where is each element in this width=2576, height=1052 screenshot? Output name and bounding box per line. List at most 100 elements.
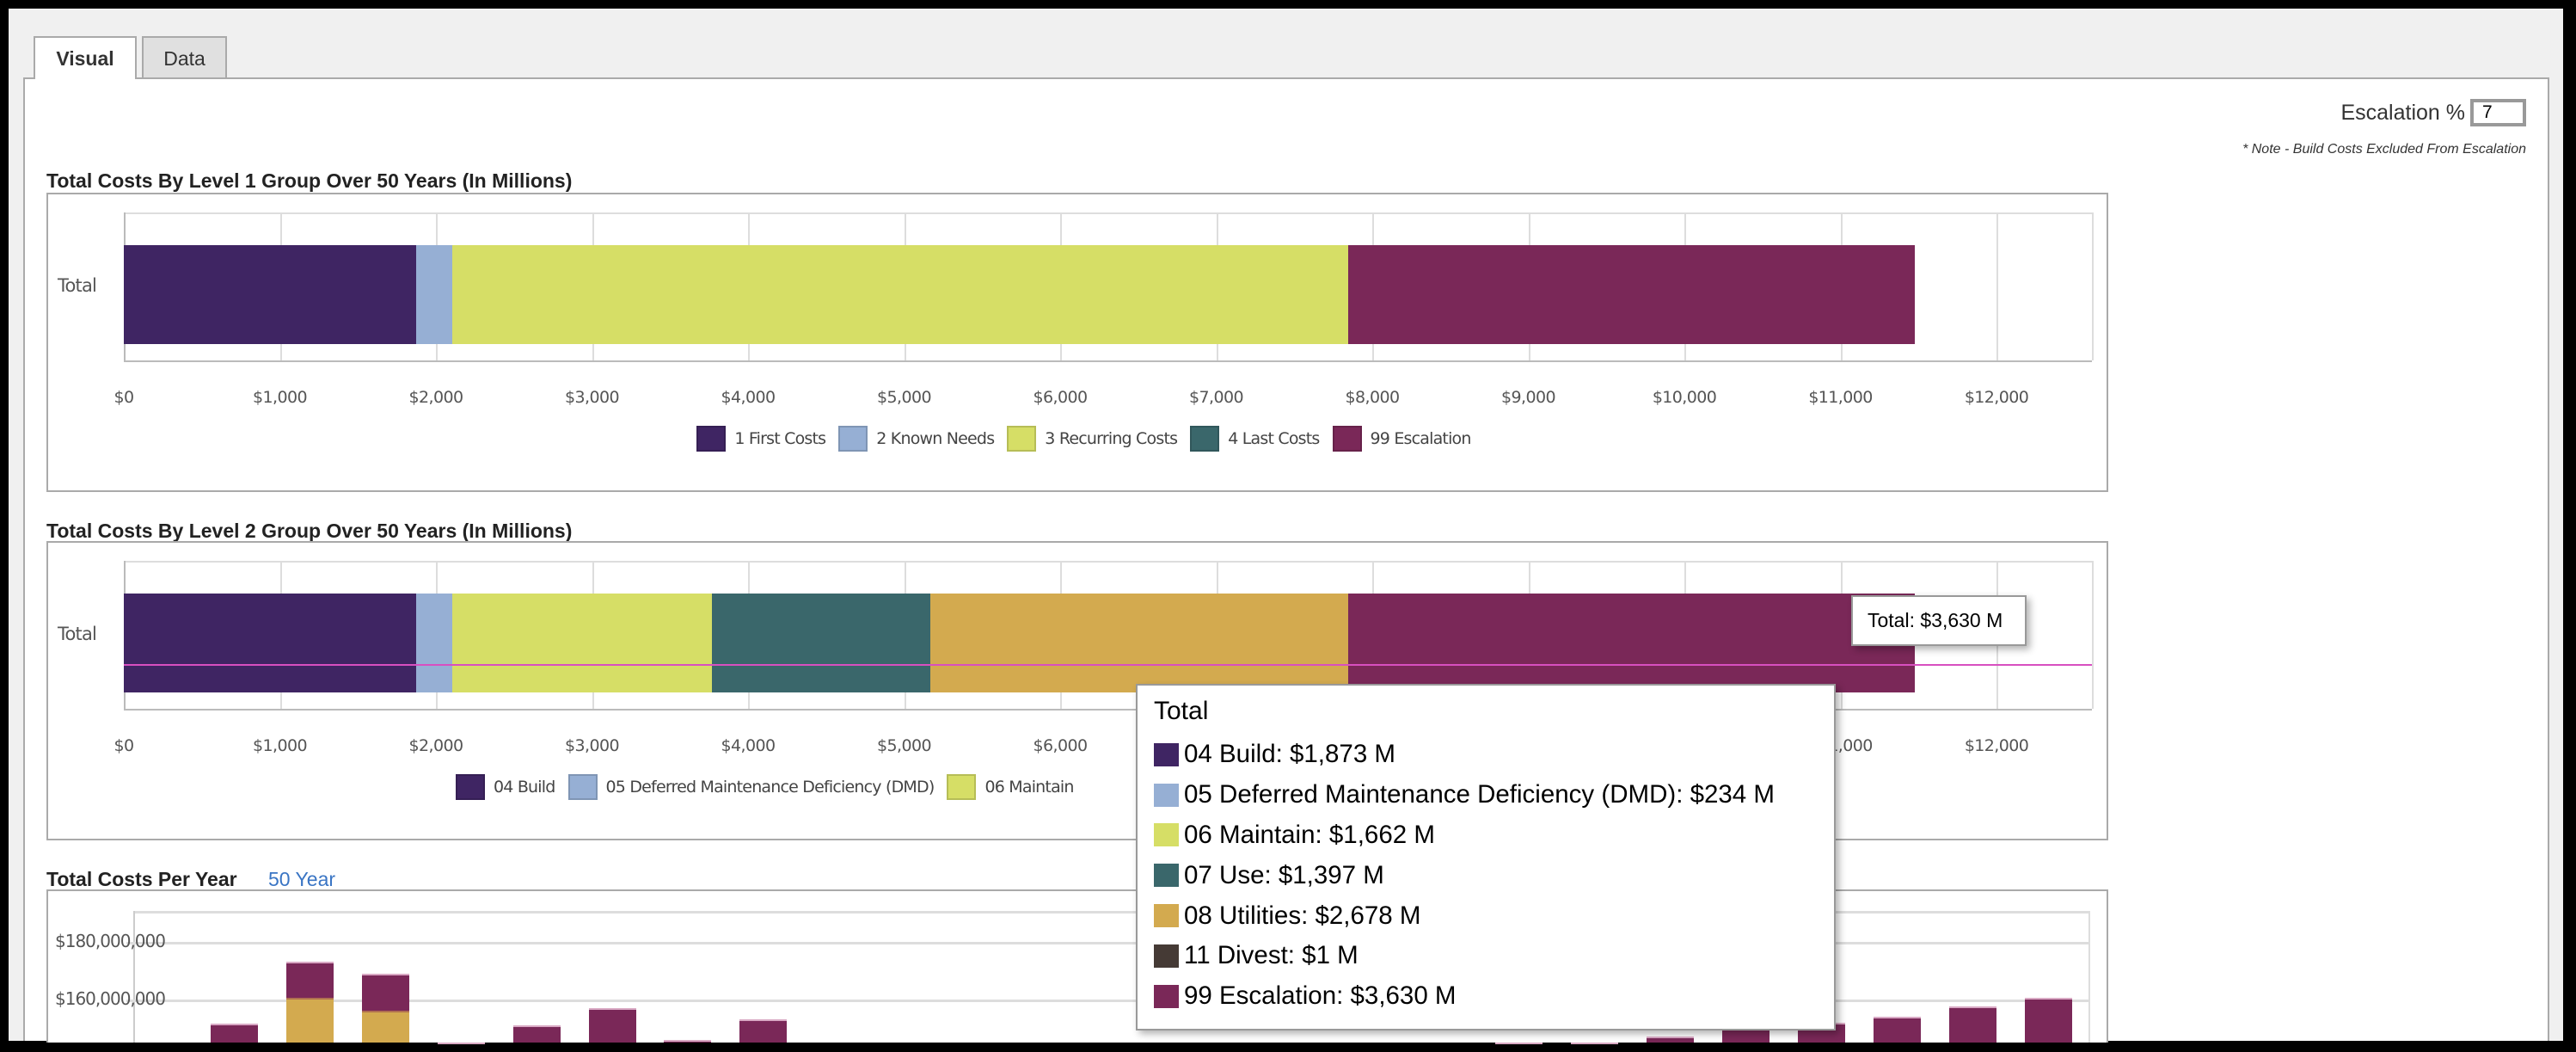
escalation-label: Escalation % (2340, 101, 2465, 125)
x-tick-label: $2,000 (408, 388, 463, 407)
tooltip-row: 08 Utilities: $2,678 M (1154, 895, 1818, 936)
bar-segment-2-known-needs (415, 245, 453, 344)
bar-segment-05-deferred-maintenance-deficiency-dmd- (415, 594, 453, 692)
legend-swatch (1007, 426, 1037, 452)
plot-right (2092, 561, 2094, 709)
x-tick-label: $1,000 (253, 388, 307, 407)
chart2-title: Total Costs By Level 2 Group Over 50 Yea… (46, 520, 573, 542)
tooltip-swatch (1154, 984, 1179, 1008)
bar-segment-07-use (712, 594, 930, 692)
bar-segment-99-escalation (1347, 245, 1915, 344)
chart1-title: Total Costs By Level 1 Group Over 50 Yea… (46, 169, 573, 192)
bar-escalation (1948, 1006, 1996, 1043)
legend-item: 4 Last Costs (1177, 426, 1320, 452)
bar-escalation (739, 1019, 788, 1043)
legend-swatch (567, 774, 598, 800)
tooltip-swatch (1154, 944, 1179, 968)
plot-top (124, 212, 2092, 214)
legend-label: 05 Deferred Maintenance Deficiency (DMD) (605, 778, 935, 797)
plot-right (2088, 911, 2090, 1043)
tooltip-row-label: 04 Build: $1,873 M (1184, 740, 1395, 769)
bar-escalation (2024, 997, 2072, 1043)
tooltip-title: Total (1154, 697, 1209, 725)
tooltip-swatch (1154, 823, 1179, 847)
bar-escalation (588, 1007, 636, 1043)
crosshair-line (124, 664, 2092, 666)
x-tick-label: $3,000 (565, 736, 619, 755)
bar-escalation (437, 1043, 485, 1045)
legend-label: 06 Maintain (984, 778, 1074, 797)
x-tick-label: $0 (113, 388, 135, 407)
legend-item: 06 Maintain (934, 774, 1074, 800)
legend-item: 1 First Costs (684, 426, 826, 452)
legend-swatch (947, 774, 977, 800)
bar-segment-04-build (124, 594, 416, 692)
legend-swatch (456, 774, 485, 800)
y-category-label: Total (58, 275, 97, 296)
x-axis (124, 360, 2092, 362)
legend-swatch (1332, 426, 1362, 452)
y-tick-label: $160,000,000 (55, 987, 166, 1009)
escalation-note: * Note - Build Costs Excluded From Escal… (2242, 142, 2526, 157)
tooltip-swatch (1154, 783, 1179, 807)
legend-item: 04 Build (443, 774, 555, 800)
tooltip-row: 04 Build: $1,873 M (1154, 735, 1818, 775)
level1-chart: $0 $1,000 $2,000 $3,000 $4,000 $5,000 $6,000 $7… (46, 193, 2108, 492)
x-tick-label: $9,000 (1501, 388, 1555, 407)
legend: 1 First Costs 2 Known Needs 3 Recurring Co… (48, 426, 2107, 452)
x-tick-label: $0 (113, 736, 135, 755)
x-tick-label: $3,000 (565, 388, 619, 407)
bar-segment-99-escalation (1347, 594, 1915, 692)
window: Visual Data Escalation % * Note - Build … (9, 9, 2563, 1045)
plot-right (2092, 212, 2094, 360)
tooltip: Total 04 Build: $1,873 M 05 Deferred Main… (1136, 684, 1836, 1030)
x-tick-label: $2,000 (408, 736, 463, 755)
tooltip-row: 07 Use: $1,397 M (1154, 855, 1818, 895)
x-tick-label: $5,000 (877, 736, 931, 755)
tooltip-row: 05 Deferred Maintenance Deficiency (DMD)… (1154, 775, 1818, 815)
tab-data[interactable]: Data (142, 36, 227, 77)
legend-label: 99 Escalation (1370, 429, 1472, 448)
legend-label: 2 Known Needs (876, 429, 995, 448)
tooltip-swatch (1154, 742, 1179, 766)
tooltip-row: 06 Maintain: $1,662 M (1154, 815, 1818, 856)
bar-escalation (211, 1024, 258, 1043)
tooltip-row-label: 05 Deferred Maintenance Deficiency (DMD)… (1184, 780, 1775, 809)
y-tick-label: $180,000,000 (55, 931, 166, 951)
hover-label: Total: $3,630 M (1851, 595, 2027, 646)
x-tick-label: $12,000 (1964, 736, 2029, 755)
x-tick-label: $4,000 (721, 388, 776, 407)
legend-label: 04 Build (494, 778, 555, 797)
bar-escalation (1571, 1043, 1619, 1045)
x-tick-label: $5,000 (877, 388, 931, 407)
bar-segment-1-first-costs (124, 245, 416, 344)
bar-segment-3-recurring-costs (452, 245, 1348, 344)
bar-segment-06-maintain (452, 594, 713, 692)
bar-escalation (1873, 1016, 1921, 1043)
tooltip-row-label: 07 Use: $1,397 M (1184, 860, 1384, 889)
tooltip-row-label: 08 Utilities: $2,678 M (1184, 901, 1421, 930)
tooltip-row-label: 99 Escalation: $3,630 M (1184, 981, 1457, 1011)
tooltip-row: 11 Divest: $1 M (1154, 936, 1818, 976)
bar-escalation (512, 1024, 561, 1043)
bar-segment-08-utilities (929, 594, 1348, 692)
x-tick-label: $8,000 (1345, 388, 1400, 407)
tooltip-row: 99 Escalation: $3,630 M (1154, 976, 1818, 1017)
gridline (1996, 212, 1998, 360)
escalation-input[interactable] (2470, 99, 2526, 126)
tooltip-swatch (1154, 864, 1179, 888)
chart3-title: Total Costs Per Year (46, 868, 237, 890)
tab-visual[interactable]: Visual (34, 36, 137, 79)
plot-top (124, 561, 2092, 563)
x-tick-label: $10,000 (1652, 388, 1717, 407)
x-tick-label: $6,000 (1033, 736, 1088, 755)
period-link[interactable]: 50 Year (268, 868, 335, 891)
bar-escalation (1647, 1037, 1695, 1043)
legend-label: 3 Recurring Costs (1045, 429, 1178, 448)
tooltip-row-label: 11 Divest: $1 M (1184, 941, 1359, 970)
legend-item: 3 Recurring Costs (994, 426, 1178, 452)
x-tick-label: $7,000 (1189, 388, 1243, 407)
bar-escalation (1495, 1043, 1543, 1045)
legend-item: 05 Deferred Maintenance Deficiency (DMD) (555, 774, 935, 800)
bar-escalation (664, 1039, 712, 1043)
